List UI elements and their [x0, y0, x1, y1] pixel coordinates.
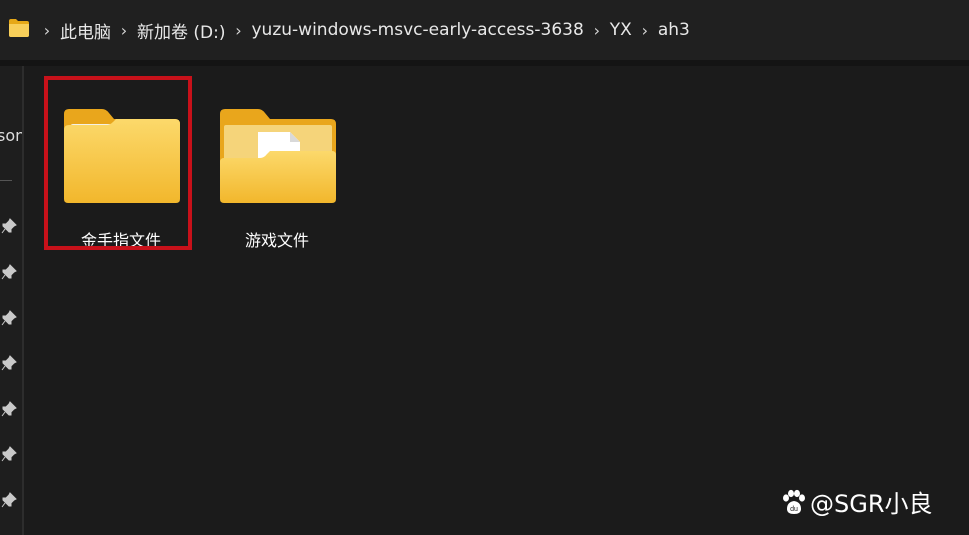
pin-icon[interactable] [1, 355, 17, 371]
file-list: 金手指文件 游戏文件 du @SGR小良 [24, 66, 969, 535]
breadcrumb-item-ah3[interactable]: ah3 [656, 20, 692, 40]
breadcrumb-item-this-pc[interactable]: 此电脑 [58, 18, 113, 43]
pin-icon[interactable] [1, 492, 17, 508]
breadcrumb: › 此电脑 › 新加卷 (D:) › yuzu-windows-msvc-ear… [36, 0, 692, 60]
svg-text:du: du [790, 506, 798, 513]
file-item-cheats-folder[interactable]: 金手指文件 [46, 78, 196, 250]
folder-with-document-icon [220, 109, 336, 203]
file-name[interactable]: 金手指文件 [46, 227, 196, 251]
chevron-right-icon[interactable]: › [588, 21, 606, 40]
pin-icon[interactable] [1, 446, 17, 462]
file-item-game-folder[interactable]: 游戏文件 [202, 78, 352, 250]
breadcrumb-item-drive-d[interactable]: 新加卷 (D:) [135, 18, 228, 43]
nav-item-label[interactable]: son [0, 126, 22, 145]
breadcrumb-item-yx[interactable]: YX [608, 20, 634, 40]
baidu-paw-icon: du [783, 489, 805, 514]
address-bar[interactable]: › 此电脑 › 新加卷 (D:) › yuzu-windows-msvc-ear… [0, 0, 969, 60]
chevron-right-icon[interactable]: › [636, 21, 654, 40]
folder-icon [64, 109, 180, 203]
folder-icon [9, 19, 29, 37]
navigation-pane[interactable]: son [0, 66, 22, 535]
chevron-right-icon[interactable]: › [115, 21, 133, 40]
pin-icon[interactable] [1, 264, 17, 280]
watermark-text: @SGR小良 [810, 490, 933, 518]
pin-icon[interactable] [1, 401, 17, 417]
pin-icon[interactable] [1, 310, 17, 326]
file-explorer-window: › 此电脑 › 新加卷 (D:) › yuzu-windows-msvc-ear… [0, 0, 969, 535]
chevron-right-icon[interactable]: › [230, 21, 248, 40]
chevron-right-icon[interactable]: › [38, 21, 56, 40]
watermark: du @SGR小良 [780, 484, 933, 519]
pin-icon[interactable] [1, 218, 17, 234]
breadcrumb-item-yuzu[interactable]: yuzu-windows-msvc-early-access-3638 [250, 20, 586, 40]
nav-separator [0, 180, 12, 181]
file-name[interactable]: 游戏文件 [202, 227, 352, 251]
